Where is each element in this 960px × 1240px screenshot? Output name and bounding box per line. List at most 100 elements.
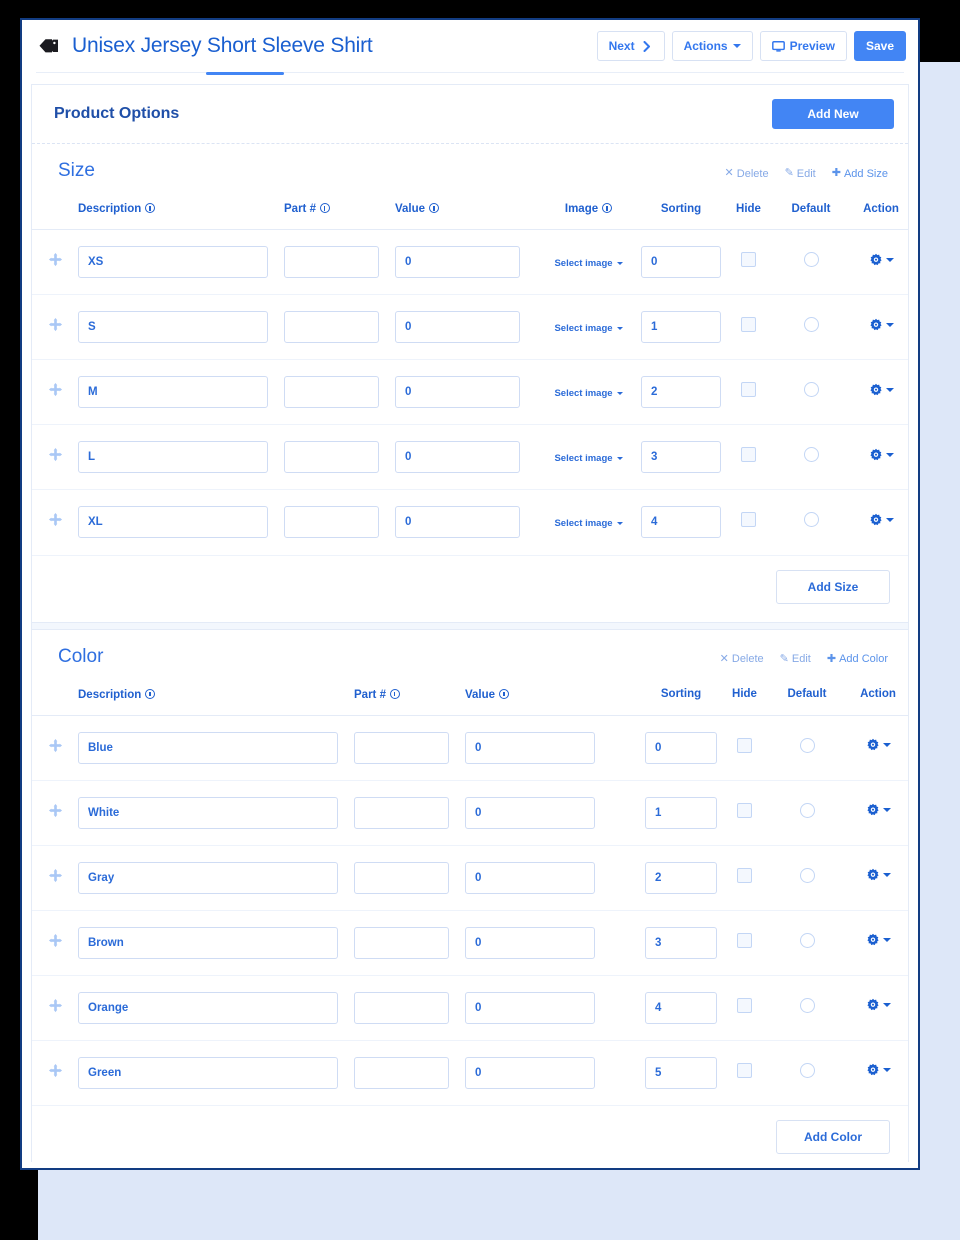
drag-handle-icon[interactable] xyxy=(48,382,63,397)
default-radio[interactable] xyxy=(803,317,819,332)
next-button[interactable]: Next xyxy=(596,31,665,61)
hide-checkbox[interactable] xyxy=(741,512,756,528)
default-radio[interactable] xyxy=(803,382,819,397)
value-input[interactable] xyxy=(395,311,520,343)
sorting-input[interactable] xyxy=(641,311,721,343)
row-action-menu-button[interactable] xyxy=(866,803,891,817)
part-number-input[interactable] xyxy=(284,441,379,473)
delete-group-link[interactable]: ✕ Delete xyxy=(720,653,764,665)
part-number-input[interactable] xyxy=(354,796,449,829)
drag-handle-icon[interactable] xyxy=(48,252,63,267)
default-radio[interactable] xyxy=(799,737,815,753)
row-action-menu-button[interactable] xyxy=(869,513,894,527)
part-number-input[interactable] xyxy=(354,861,449,894)
sorting-input[interactable] xyxy=(645,1056,717,1089)
description-input[interactable] xyxy=(78,506,268,539)
hide-checkbox[interactable] xyxy=(737,737,752,753)
part-number-input[interactable] xyxy=(284,311,379,343)
hide-checkbox[interactable] xyxy=(741,382,756,397)
add-color-button[interactable]: Add Color xyxy=(776,1120,890,1154)
row-drag-cell[interactable] xyxy=(32,424,78,490)
default-radio[interactable] xyxy=(803,252,819,267)
row-action-menu-button[interactable] xyxy=(866,868,891,882)
value-input[interactable] xyxy=(465,861,595,894)
delete-group-link[interactable]: ✕ Delete xyxy=(725,168,769,180)
info-icon[interactable] xyxy=(145,203,156,213)
info-icon[interactable] xyxy=(145,688,156,699)
part-number-input[interactable] xyxy=(354,731,449,764)
row-drag-cell[interactable] xyxy=(32,909,78,975)
description-input[interactable] xyxy=(78,311,268,343)
default-radio[interactable] xyxy=(799,867,815,883)
row-action-menu-button[interactable] xyxy=(866,738,891,752)
hide-checkbox[interactable] xyxy=(737,802,752,818)
row-drag-cell[interactable] xyxy=(32,229,78,295)
row-drag-cell[interactable] xyxy=(32,489,78,555)
row-drag-cell[interactable] xyxy=(32,359,78,425)
sorting-input[interactable] xyxy=(641,376,721,408)
sorting-input[interactable] xyxy=(641,246,721,278)
sorting-input[interactable] xyxy=(645,861,717,894)
actions-dropdown-button[interactable]: Actions xyxy=(671,31,753,61)
hide-checkbox[interactable] xyxy=(741,447,756,462)
info-icon[interactable] xyxy=(429,203,440,213)
part-number-input[interactable] xyxy=(284,506,379,539)
value-input[interactable] xyxy=(465,731,595,764)
add-size-button[interactable]: Add Size xyxy=(776,569,890,604)
drag-handle-icon[interactable] xyxy=(48,998,63,1013)
part-number-input[interactable] xyxy=(284,376,379,408)
sorting-input[interactable] xyxy=(645,796,717,829)
sorting-input[interactable] xyxy=(641,506,721,539)
drag-handle-icon[interactable] xyxy=(48,447,63,462)
description-input[interactable] xyxy=(78,796,338,829)
save-button[interactable]: Save xyxy=(853,31,906,61)
select-image-link[interactable]: Select image xyxy=(554,453,623,464)
add-new-button[interactable]: Add New xyxy=(772,99,894,129)
description-input[interactable] xyxy=(78,861,338,894)
drag-handle-icon[interactable] xyxy=(48,512,63,527)
sorting-input[interactable] xyxy=(645,926,717,959)
row-drag-cell[interactable] xyxy=(32,1039,78,1105)
drag-handle-icon[interactable] xyxy=(48,1063,63,1078)
default-radio[interactable] xyxy=(799,997,815,1013)
description-input[interactable] xyxy=(78,1056,338,1089)
row-drag-cell[interactable] xyxy=(32,974,78,1040)
part-number-input[interactable] xyxy=(284,246,379,278)
value-input[interactable] xyxy=(465,926,595,959)
description-input[interactable] xyxy=(78,246,268,278)
edit-group-link[interactable]: ✎ Edit xyxy=(785,168,816,180)
description-input[interactable] xyxy=(78,441,268,473)
row-action-menu-button[interactable] xyxy=(866,933,891,947)
value-input[interactable] xyxy=(395,376,520,408)
hide-checkbox[interactable] xyxy=(737,1062,752,1078)
value-input[interactable] xyxy=(465,796,595,829)
preview-button[interactable]: Preview xyxy=(759,31,847,61)
description-input[interactable] xyxy=(78,991,338,1024)
row-drag-cell[interactable] xyxy=(32,714,78,780)
select-image-link[interactable]: Select image xyxy=(554,388,623,399)
default-radio[interactable] xyxy=(799,932,815,948)
description-input[interactable] xyxy=(78,926,338,959)
value-input[interactable] xyxy=(465,1056,595,1089)
part-number-input[interactable] xyxy=(354,926,449,959)
add-option-link[interactable]: ✚ Add Size xyxy=(832,168,888,180)
description-input[interactable] xyxy=(78,731,338,764)
default-radio[interactable] xyxy=(799,802,815,818)
info-icon[interactable] xyxy=(319,203,330,213)
info-icon[interactable] xyxy=(389,688,400,699)
part-number-input[interactable] xyxy=(354,1056,449,1089)
sorting-input[interactable] xyxy=(641,441,721,473)
description-input[interactable] xyxy=(78,376,268,408)
row-drag-cell[interactable] xyxy=(32,294,78,360)
row-action-menu-button[interactable] xyxy=(866,1063,891,1077)
value-input[interactable] xyxy=(395,506,520,539)
value-input[interactable] xyxy=(465,991,595,1024)
value-input[interactable] xyxy=(395,246,520,278)
row-action-menu-button[interactable] xyxy=(869,318,894,332)
edit-group-link[interactable]: ✎ Edit xyxy=(780,653,811,665)
row-drag-cell[interactable] xyxy=(32,844,78,910)
drag-handle-icon[interactable] xyxy=(48,317,63,332)
default-radio[interactable] xyxy=(803,447,819,462)
row-action-menu-button[interactable] xyxy=(869,448,894,462)
select-image-link[interactable]: Select image xyxy=(554,323,623,334)
